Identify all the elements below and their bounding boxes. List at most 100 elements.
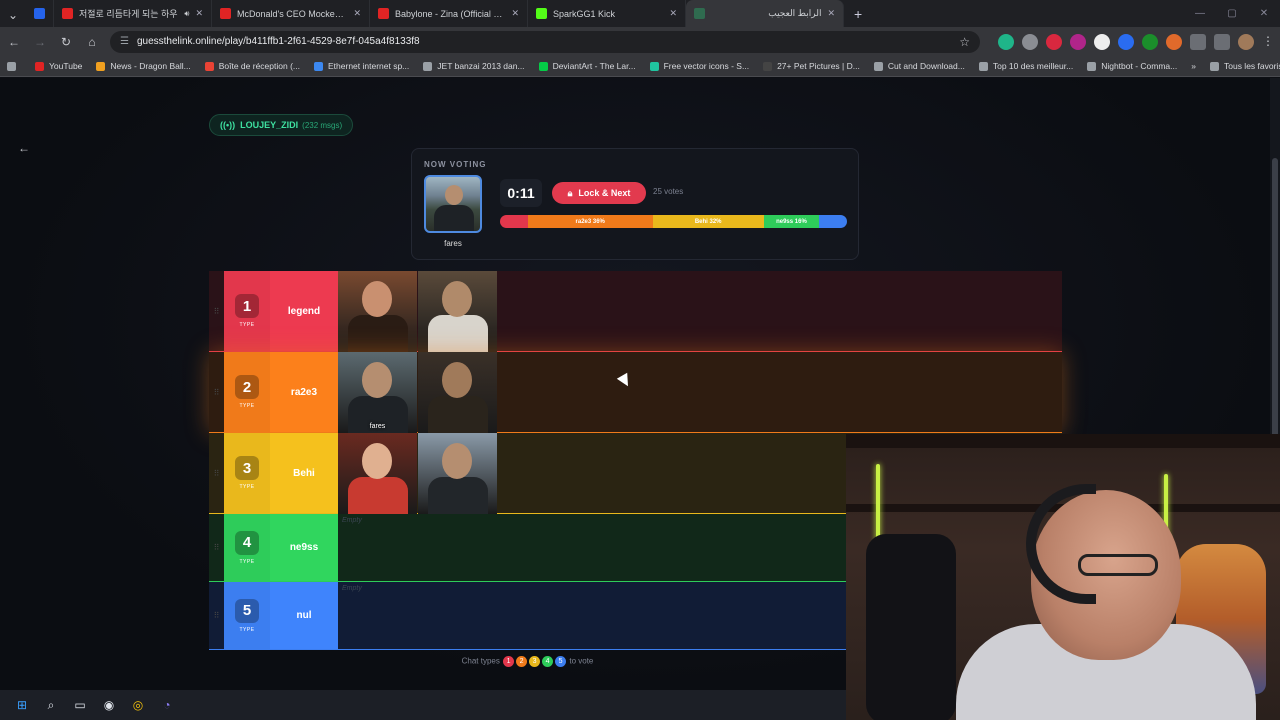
vote-number-badge: 4 (542, 656, 554, 667)
avatar[interactable] (1238, 33, 1254, 50)
browser-tab[interactable]: Babylone - Zina (Official Music ✕ (370, 0, 528, 27)
bookmark-item[interactable]: DeviantArt - The Lar... (532, 61, 643, 71)
browser-tab[interactable]: McDonald's CEO Mocked for H ✕ (212, 0, 370, 27)
tier-label[interactable]: nul (270, 582, 338, 649)
close-tab-icon[interactable]: ✕ (511, 8, 519, 19)
more-bookmarks-icon[interactable]: » (1184, 61, 1203, 71)
tier-row-ra2e3[interactable]: ⠿ 2 TYPE ra2e3 fares (209, 352, 1062, 433)
forward-button[interactable]: → (28, 30, 52, 54)
bookmark-item[interactable]: Ethernet internet sp... (307, 61, 416, 71)
tier-type-label: TYPE (239, 322, 255, 328)
drag-handle-icon[interactable]: ⠿ (209, 514, 224, 581)
lock-next-button[interactable]: 🔒︎ Lock & Next (552, 182, 646, 204)
close-tab-icon[interactable]: ✕ (353, 8, 361, 19)
bookmark-item[interactable]: Free vector icons - S... (643, 61, 757, 71)
youtube-icon (220, 8, 231, 19)
extension-icon[interactable] (1118, 33, 1134, 50)
reading-list-icon[interactable] (1214, 33, 1230, 50)
file-explorer-icon[interactable]: ▭ (70, 695, 90, 715)
empty-placeholder: Empty (342, 585, 362, 592)
person-card[interactable] (418, 433, 497, 514)
bookmark-item[interactable]: 27+ Pet Pictures | D... (756, 61, 867, 71)
chat-hint: Chat types 12345 to vote (209, 656, 846, 667)
drag-handle-icon[interactable]: ⠿ (209, 433, 224, 513)
extension-icon[interactable] (1046, 33, 1062, 50)
bookmark-label: JET banzai 2013 dan... (437, 61, 525, 71)
tier-label[interactable]: legend (270, 271, 338, 351)
streamer-name: LOUJEY_ZIDI (240, 120, 299, 130)
back-arrow-icon[interactable]: ← (14, 138, 34, 158)
close-tab-icon[interactable]: ✕ (827, 8, 835, 19)
bookmark-star-icon[interactable]: ☆ (959, 35, 970, 49)
webcam-overlay (846, 434, 1280, 720)
site-info-icon[interactable]: ☰ (120, 36, 129, 47)
drag-handle-icon[interactable]: ⠿ (209, 271, 224, 351)
extension-icon[interactable] (1166, 33, 1182, 50)
bookmark-item[interactable]: Cut and Download... (867, 61, 972, 71)
steam-icon[interactable]: ◉ (99, 695, 119, 715)
bookmark-favicon-icon (35, 61, 44, 71)
vote-number-badge: 1 (503, 656, 515, 667)
person-card[interactable]: fares (338, 352, 417, 433)
tier-label[interactable]: ne9ss (270, 514, 338, 581)
browser-tab[interactable]: 저절로 리듬타게 되는 하우 🔊︎ ✕ (54, 0, 212, 27)
minimize-button[interactable]: — (1184, 0, 1216, 27)
bookmark-item[interactable]: JET banzai 2013 dan... (416, 61, 531, 71)
person-card[interactable] (418, 352, 497, 433)
browser-tab[interactable]: SparkGG1 Kick ✕ (528, 0, 686, 27)
extension-icon[interactable] (1070, 33, 1086, 50)
windows-start-icon[interactable]: ⊞ (12, 695, 32, 715)
tier-label[interactable]: Behi (270, 433, 338, 513)
person-card[interactable] (338, 271, 417, 352)
back-button[interactable]: ← (2, 30, 26, 54)
maximize-button[interactable]: ▢ (1216, 0, 1248, 27)
extensions-puzzle-icon[interactable] (1190, 33, 1206, 50)
bookmark-item[interactable]: Top 10 des meilleur... (972, 61, 1080, 71)
new-tab-button[interactable]: + (844, 0, 872, 27)
reload-button[interactable]: ↻ (54, 30, 78, 54)
extension-icon[interactable] (998, 33, 1014, 50)
bookmark-label: Free vector icons - S... (663, 61, 750, 71)
tier-row-legend[interactable]: ⠿ 1 TYPE legend (209, 271, 1062, 352)
vote-bar-segment: Behi 32% (652, 215, 764, 228)
person-card[interactable] (338, 433, 417, 514)
bookmark-item[interactable]: Nightbot - Comma... (1080, 61, 1184, 71)
drag-handle-icon[interactable]: ⠿ (209, 352, 224, 432)
menu-icon[interactable]: ⋮ (1262, 34, 1274, 50)
chrome-icon[interactable]: ◎ (128, 695, 148, 715)
bookmark-favicon-icon (204, 61, 214, 71)
bookmark-item[interactable]: YouTube (28, 61, 89, 71)
audio-playing-icon[interactable]: 🔊︎ (184, 9, 189, 19)
bookmark-favicon-icon (96, 61, 106, 71)
address-bar[interactable]: ☰ guessthelink.online/play/b411ffb1-2f61… (110, 30, 980, 53)
extension-icon[interactable] (1094, 33, 1110, 50)
drag-handle-icon[interactable]: ⠿ (209, 582, 224, 649)
voting-heading: NOW VOTING (424, 160, 487, 169)
person-card[interactable] (418, 271, 497, 352)
discord-icon[interactable]: ◔ (157, 695, 177, 715)
tier-slots[interactable] (338, 271, 1062, 352)
search-icon[interactable]: ⌕ (41, 695, 61, 715)
tier-rank: 2 TYPE (224, 352, 270, 432)
camera-extension-icon[interactable] (1022, 33, 1038, 50)
all-bookmarks[interactable]: Tous les favoris (1203, 61, 1280, 71)
bookmark-item[interactable]: News - Dragon Ball... (89, 61, 197, 71)
vote-bar-segment (819, 215, 847, 228)
home-button[interactable]: ⌂ (80, 30, 104, 54)
close-tab-icon[interactable]: ✕ (195, 8, 203, 19)
bookmark-item[interactable]: Boîte de réception (... (198, 61, 307, 71)
browser-tab[interactable] (26, 0, 54, 27)
apps-grid-icon[interactable] (0, 61, 28, 71)
tier-label[interactable]: ra2e3 (270, 352, 338, 432)
extension-icon[interactable] (1142, 33, 1158, 50)
tab-search-button[interactable]: ⌄ (0, 3, 26, 27)
tier-slots[interactable]: fares (338, 352, 1062, 433)
browser-tab[interactable]: الرابط العجيب ✕ (686, 0, 844, 27)
close-tab-icon[interactable]: ✕ (669, 8, 677, 19)
all-bookmarks-label: Tous les favoris (1223, 61, 1280, 71)
vote-number-badge: 2 (516, 656, 528, 667)
close-window-button[interactable]: ✕ (1248, 0, 1280, 27)
tier-number: 4 (235, 530, 259, 555)
page-scrollbar[interactable] (1270, 78, 1280, 578)
tier-type-label: TYPE (239, 403, 255, 409)
